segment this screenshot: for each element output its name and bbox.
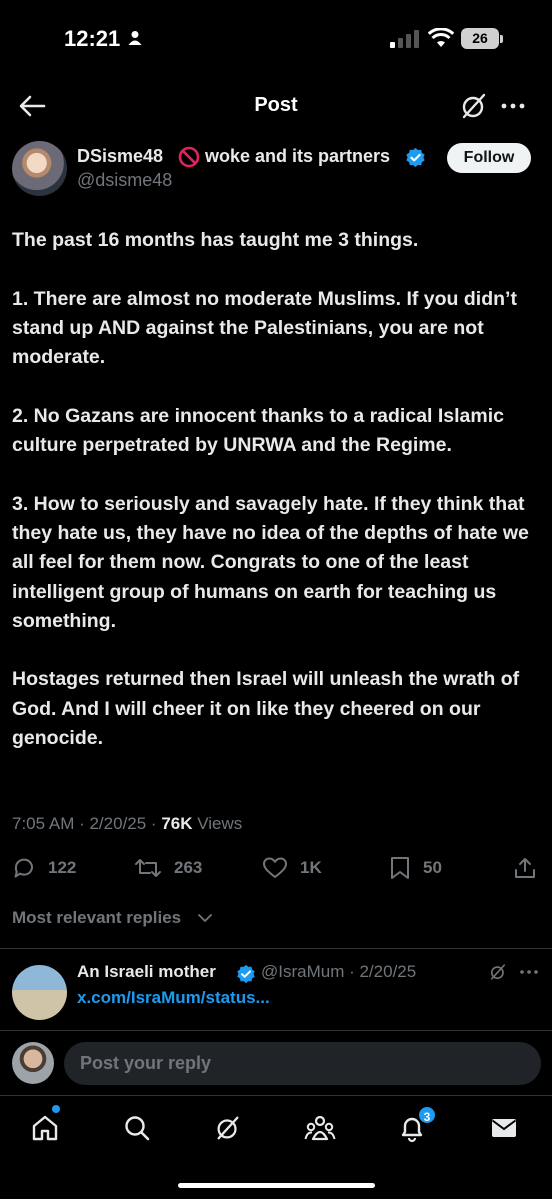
reply-link[interactable]: x.com/IsraMum/status... xyxy=(77,988,270,1008)
signal-icon xyxy=(390,30,419,48)
home-icon xyxy=(32,1115,58,1141)
communities-icon xyxy=(304,1115,336,1141)
divider xyxy=(0,1030,552,1031)
repost-icon xyxy=(135,859,161,877)
search-icon xyxy=(125,1116,150,1141)
post-paragraph: Hostages returned then Israel will unlea… xyxy=(12,668,520,750)
person-icon xyxy=(128,31,142,45)
home-indicator[interactable] xyxy=(178,1183,375,1188)
more-icon[interactable] xyxy=(497,90,529,122)
post-timestamp[interactable]: 7:05 AM · 2/20/25 · xyxy=(12,814,161,833)
like-count: 1K xyxy=(300,858,322,877)
reply-button[interactable]: 122 xyxy=(12,850,76,886)
reply-author-handle[interactable]: @IsraMum · 2/20/25 xyxy=(261,962,416,982)
tab-grok[interactable] xyxy=(208,1108,248,1148)
views-count[interactable]: 76K xyxy=(161,814,192,833)
tab-messages[interactable] xyxy=(484,1108,524,1148)
tab-search[interactable] xyxy=(117,1108,157,1148)
bookmark-count: 50 xyxy=(423,858,442,877)
author-name-suffix[interactable]: woke and its partners xyxy=(205,146,390,167)
verified-icon xyxy=(406,147,425,168)
grok-icon[interactable] xyxy=(458,90,490,122)
divider xyxy=(0,1095,552,1096)
status-bar: 12:21 26 xyxy=(0,0,552,80)
author-name[interactable]: DSisme48 xyxy=(77,146,163,167)
tab-home[interactable] xyxy=(25,1108,65,1148)
notifications-badge: 3 xyxy=(417,1105,437,1125)
no-entry-emoji-icon xyxy=(178,146,200,168)
like-button[interactable]: 1K xyxy=(262,850,322,886)
author-avatar[interactable] xyxy=(12,141,67,196)
post-paragraph: The past 16 months has taught me 3 thing… xyxy=(12,229,419,251)
chevron-down-icon[interactable] xyxy=(198,912,212,924)
bookmark-icon xyxy=(391,857,409,879)
reply-count: 122 xyxy=(48,858,77,877)
post-paragraph: 3. How to seriously and savagely hate. I… xyxy=(12,492,529,632)
share-button[interactable] xyxy=(513,850,537,886)
bottom-tab-bar xyxy=(0,1098,552,1158)
wifi-icon xyxy=(428,28,454,47)
post-paragraph: 1. There are almost no moderate Muslims.… xyxy=(12,287,517,369)
post-actions: 122 263 1K 50 xyxy=(0,850,552,886)
battery-indicator: 26 xyxy=(461,28,499,49)
tab-communities[interactable] xyxy=(300,1108,340,1148)
post-text: The past 16 months has taught me 3 thing… xyxy=(12,226,542,783)
more-icon[interactable] xyxy=(518,962,540,982)
share-icon xyxy=(515,858,535,878)
divider xyxy=(0,948,552,949)
repost-count: 263 xyxy=(174,858,203,877)
post-metadata: 7:05 AM · 2/20/25 · 76K Views xyxy=(12,814,242,834)
reply-author-avatar[interactable] xyxy=(12,965,67,1020)
reply-author-name[interactable]: An Israeli mother xyxy=(77,962,216,982)
follow-button[interactable]: Follow xyxy=(447,143,531,173)
repost-button[interactable]: 263 xyxy=(134,850,202,886)
home-unread-dot xyxy=(52,1105,60,1113)
like-icon xyxy=(263,857,287,878)
author-handle[interactable]: @dsisme48 xyxy=(77,170,172,191)
user-avatar[interactable] xyxy=(12,1042,54,1084)
views-label: Views xyxy=(192,814,243,833)
mail-icon xyxy=(491,1119,517,1137)
grok-icon xyxy=(217,1116,239,1140)
replies-sort-toggle[interactable]: Most relevant replies xyxy=(12,908,181,928)
status-time: 12:21 xyxy=(64,26,121,51)
top-navigation: Post xyxy=(0,80,552,132)
reply-icon xyxy=(14,858,33,878)
verified-icon xyxy=(237,964,255,984)
post-paragraph: 2. No Gazans are innocent thanks to a ra… xyxy=(12,404,505,457)
battery-tip xyxy=(500,35,503,43)
grok-icon[interactable] xyxy=(488,962,508,982)
bookmark-button[interactable]: 50 xyxy=(389,850,442,886)
reply-input[interactable]: Post your reply xyxy=(64,1042,541,1085)
